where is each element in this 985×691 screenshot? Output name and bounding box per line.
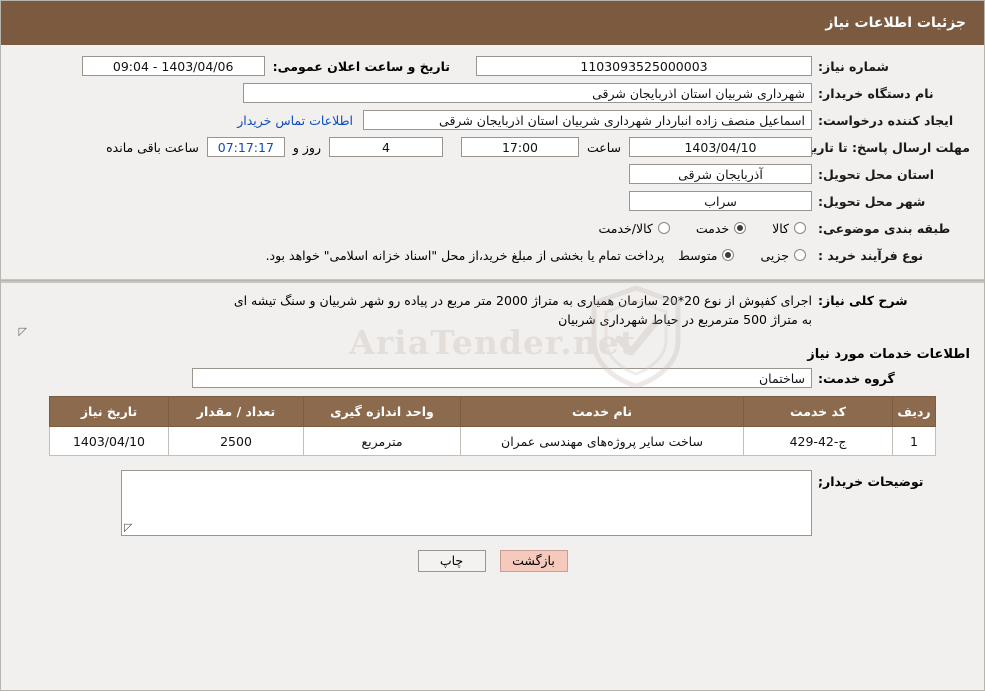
- city-value: سراب: [629, 191, 812, 211]
- need-number-value: 1103093525000003: [476, 56, 812, 76]
- page-root: جزئیات اطلاعات نیاز AriaTender.net شماره…: [0, 0, 985, 691]
- remaining-days-value: 4: [328, 137, 443, 157]
- services-table-wrapper: ردیف کد خدمت نام خدمت واحد اندازه گیری ت…: [49, 396, 936, 462]
- province-label: استان محل تحویل:: [818, 166, 935, 182]
- radio-icon[interactable]: [722, 249, 735, 261]
- deadline-date-value: 1403/04/10: [629, 137, 812, 157]
- buyer-notes-section: توضیحات خریدار; ◸: [1, 462, 984, 540]
- row-purchase-type: نوع فرآیند خرید : جزیی متوسط پرداخت تمام…: [15, 244, 970, 266]
- need-number-label: شماره نیاز:: [818, 58, 889, 74]
- requester-value: اسماعیل منصف زاده انباردار شهرداری شربیا…: [363, 110, 812, 130]
- purchase-type-option-jozei[interactable]: جزیی: [760, 248, 806, 263]
- deadline-hour-value: 17:00: [460, 137, 579, 157]
- purchase-type-option-label: جزیی: [760, 247, 789, 263]
- cell-name: ساخت سایر پروژه‌های مهندسی عمران: [460, 426, 744, 456]
- category-radio-group[interactable]: کالا خدمت کالا/خدمت: [598, 221, 806, 236]
- radio-icon[interactable]: [734, 222, 747, 234]
- col-quantity: تعداد / مقدار: [168, 396, 304, 427]
- cell-code: ج-42-429: [743, 426, 893, 456]
- radio-icon[interactable]: [657, 222, 670, 234]
- remaining-time-label: ساعت باقی مانده: [106, 139, 199, 155]
- need-info-section: AriaTender.net شماره نیاز: 1103093525000…: [1, 45, 984, 389]
- row-category: طبقه بندی موضوعی: کالا خدمت کالا/خدمت: [15, 217, 970, 239]
- public-announce-label: تاریخ و ساعت اعلان عمومی:: [272, 58, 450, 74]
- requester-label: ایجاد کننده درخواست:: [818, 112, 954, 128]
- remaining-time-value: 07:17:17: [206, 137, 285, 157]
- buyer-org-label: نام دستگاه خریدار:: [818, 85, 934, 101]
- category-option-label: کالا/خدمت: [598, 220, 653, 236]
- general-description-section: شرح کلی نیاز: اجرای کفپوش از نوع 20*20 س…: [1, 283, 984, 343]
- footer-actions: بازگشت چاپ: [1, 540, 984, 572]
- col-code: کد خدمت: [743, 396, 893, 427]
- category-option-label: کالا: [772, 220, 789, 236]
- cell-unit: مترمربع: [303, 426, 461, 456]
- back-button[interactable]: بازگشت: [499, 550, 568, 572]
- cell-quantity: 2500: [168, 426, 304, 456]
- buyer-org-value: شهرداری شربیان استان اذربایجان شرقی: [243, 83, 812, 103]
- row-buyer-org: نام دستگاه خریدار: شهرداری شربیان استان …: [15, 82, 970, 104]
- public-announce-value: 1403/04/06 - 09:04: [81, 56, 265, 76]
- page-title: جزئیات اطلاعات نیاز: [825, 15, 966, 31]
- radio-icon[interactable]: [794, 222, 806, 234]
- print-button[interactable]: چاپ: [417, 550, 486, 572]
- category-option-khedmat[interactable]: خدمت: [695, 220, 747, 236]
- row-need-number: شماره نیاز: 1103093525000003 تاریخ و ساع…: [15, 55, 970, 77]
- hour-label: ساعت: [586, 139, 621, 155]
- table-row: 1 ج-42-429 ساخت سایر پروژه‌های مهندسی عم…: [49, 426, 936, 456]
- col-unit: واحد اندازه گیری: [303, 396, 461, 427]
- services-table: ردیف کد خدمت نام خدمت واحد اندازه گیری ت…: [49, 396, 936, 456]
- radio-icon[interactable]: [794, 249, 806, 261]
- row-deadline: مهلت ارسال پاسخ: تا تاریخ: 1403/04/10 سا…: [15, 136, 970, 158]
- col-date: تاریخ نیاز: [49, 396, 169, 427]
- service-group-label: گروه خدمت:: [818, 370, 895, 386]
- purchase-type-option-label: متوسط: [678, 247, 718, 263]
- purchase-note: پرداخت تمام یا بخشی از مبلغ خرید،از محل …: [265, 247, 665, 263]
- province-value: آذربایجان شرقی: [629, 164, 812, 184]
- row-province: استان محل تحویل: آذربایجان شرقی: [15, 163, 970, 185]
- page-header: جزئیات اطلاعات نیاز: [1, 1, 984, 45]
- resize-handle-icon[interactable]: ◸: [124, 521, 132, 534]
- category-option-kala[interactable]: کالا: [772, 221, 806, 236]
- deadline-label: مهلت ارسال پاسخ: تا تاریخ:: [798, 139, 970, 155]
- row-city: شهر محل تحویل: سراب: [15, 190, 970, 212]
- service-group-row: گروه خدمت: ساختمان: [1, 368, 984, 396]
- purchase-type-label: نوع فرآیند خرید :: [818, 247, 924, 263]
- purchase-type-option-motevaset[interactable]: متوسط: [678, 247, 735, 263]
- general-description-label: شرح کلی نیاز:: [818, 293, 908, 308]
- general-description-text: اجرای کفپوش از نوع 20*20 سازمان همیاری ب…: [15, 291, 812, 337]
- services-section-title: اطلاعات خدمات مورد نیاز: [807, 347, 970, 362]
- buyer-notes-label: توضیحات خریدار;: [818, 474, 924, 489]
- buyer-contact-link[interactable]: اطلاعات تماس خریدار: [237, 113, 363, 128]
- remaining-days-label: روز و: [292, 139, 321, 155]
- col-index: ردیف: [892, 396, 936, 427]
- city-label: شهر محل تحویل:: [818, 193, 926, 209]
- cell-date: 1403/04/10: [49, 426, 169, 456]
- general-description-line-2: به متراژ 500 مترمربع در حیاط شهرداری شرب…: [558, 312, 812, 327]
- col-name: نام خدمت: [460, 396, 744, 427]
- category-option-label: خدمت: [695, 220, 730, 236]
- cell-index: 1: [892, 426, 936, 456]
- row-requester: ایجاد کننده درخواست: اسماعیل منصف زاده ا…: [15, 109, 970, 131]
- resize-handle-icon[interactable]: ◸: [17, 326, 27, 337]
- table-header-row: ردیف کد خدمت نام خدمت واحد اندازه گیری ت…: [49, 396, 936, 427]
- general-description-line-1: اجرای کفپوش از نوع 20*20 سازمان همیاری ب…: [233, 293, 812, 308]
- buyer-notes-textarea[interactable]: ◸: [121, 470, 812, 536]
- category-label: طبقه بندی موضوعی:: [818, 220, 951, 236]
- service-group-value: ساختمان: [192, 368, 812, 388]
- category-option-kala-khedmat[interactable]: کالا/خدمت: [598, 220, 670, 236]
- purchase-type-radio-group[interactable]: جزیی متوسط: [678, 248, 806, 263]
